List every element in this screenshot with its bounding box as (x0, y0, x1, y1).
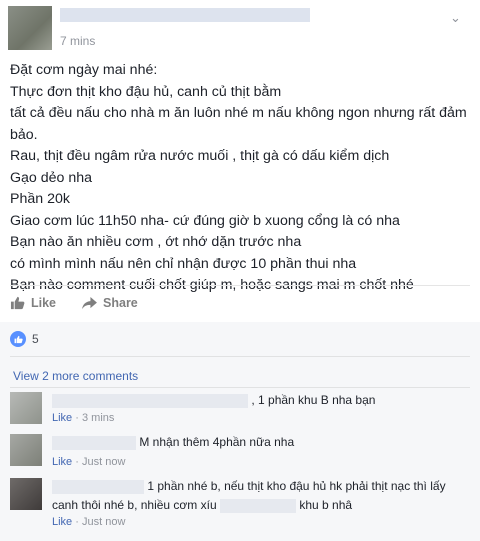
commenter-name-redacted[interactable] (52, 479, 144, 494)
commenter-avatar[interactable] (10, 478, 42, 510)
comment: M nhận thêm 4phần nữa nha Like · Just no… (10, 434, 470, 474)
post-line: Thực đơn thịt kho đậu hủ, canh củ thịt b… (10, 83, 282, 100)
post-line: Gạo dẻo nha (10, 169, 93, 186)
post-line: Giao cơm lúc 11h50 nha- cứ đúng giờ b xu… (10, 212, 400, 229)
post-body: Đặt cơm ngày mai nhé: Thực đơn thịt kho … (10, 60, 470, 297)
comment-text: canh thôi nhé b, nhiều cơm xíu (52, 498, 217, 512)
author-name-redacted[interactable] (60, 8, 310, 22)
post-line: tất cả đều nấu cho nhà m ăn luôn nhé m n… (10, 105, 467, 121)
comment: 1 phần nhé b, nếu thịt kho đậu hủ hk phả… (10, 478, 470, 534)
post-line: bảo. (10, 126, 38, 143)
commenter-avatar[interactable] (10, 434, 42, 466)
commenter-avatar[interactable] (10, 392, 42, 424)
reaction-summary[interactable]: 5 (10, 331, 39, 347)
post-line: có mình mình nấu nên chỉ nhận được 10 ph… (10, 255, 357, 272)
chevron-down-icon[interactable]: ⌄ (450, 10, 461, 26)
like-button[interactable]: Like (10, 296, 56, 310)
divider (10, 387, 470, 388)
share-label: Share (103, 296, 138, 310)
view-more-comments-link[interactable]: View 2 more comments (13, 369, 138, 383)
post-line: Phần 20k (10, 191, 70, 207)
thumbs-up-icon (10, 296, 25, 310)
commenter-name-redacted[interactable] (52, 435, 136, 450)
share-arrow-icon (82, 296, 97, 309)
comment-text: 1 phần nhé b, nếu thịt kho đậu hủ hk phả… (147, 479, 446, 493)
comment-like-link[interactable]: Like (52, 412, 72, 424)
post-line: Bạn nào ăn nhiều cơm , ớt nhớ dặn trước … (10, 234, 302, 250)
post-timestamp[interactable]: 7 mins (60, 34, 95, 48)
mention-redacted[interactable] (219, 498, 296, 513)
reaction-count: 5 (32, 332, 39, 346)
comment-timestamp[interactable]: Just now (82, 516, 125, 528)
comment-timestamp[interactable]: 3 mins (82, 412, 114, 424)
commenter-name-redacted[interactable] (52, 393, 248, 408)
comment-like-link[interactable]: Like (52, 456, 72, 468)
divider (10, 285, 470, 286)
post-actions: Like Share (10, 292, 138, 314)
post-line: Rau, thịt đều ngâm rửa nước muối , thịt … (10, 148, 390, 164)
comment-timestamp[interactable]: Just now (82, 456, 125, 468)
author-avatar[interactable] (8, 6, 52, 50)
share-button[interactable]: Share (82, 296, 138, 310)
post-line: Đặt cơm ngày mai nhé: (10, 62, 158, 78)
comment-text: khu b nhâ (299, 498, 353, 512)
comment: , 1 phần khu B nha bạn Like · 3 mins (10, 392, 470, 432)
comment-text: M nhận thêm 4phần nữa nha (139, 435, 295, 449)
like-reaction-icon (10, 331, 26, 347)
comment-like-link[interactable]: Like (52, 516, 72, 528)
facebook-post: 7 mins ⌄ Đặt cơm ngày mai nhé: Thực đơn … (0, 0, 480, 541)
divider (10, 356, 470, 357)
comment-text: , 1 phần khu B nha bạn (251, 393, 376, 407)
like-label: Like (31, 296, 57, 310)
